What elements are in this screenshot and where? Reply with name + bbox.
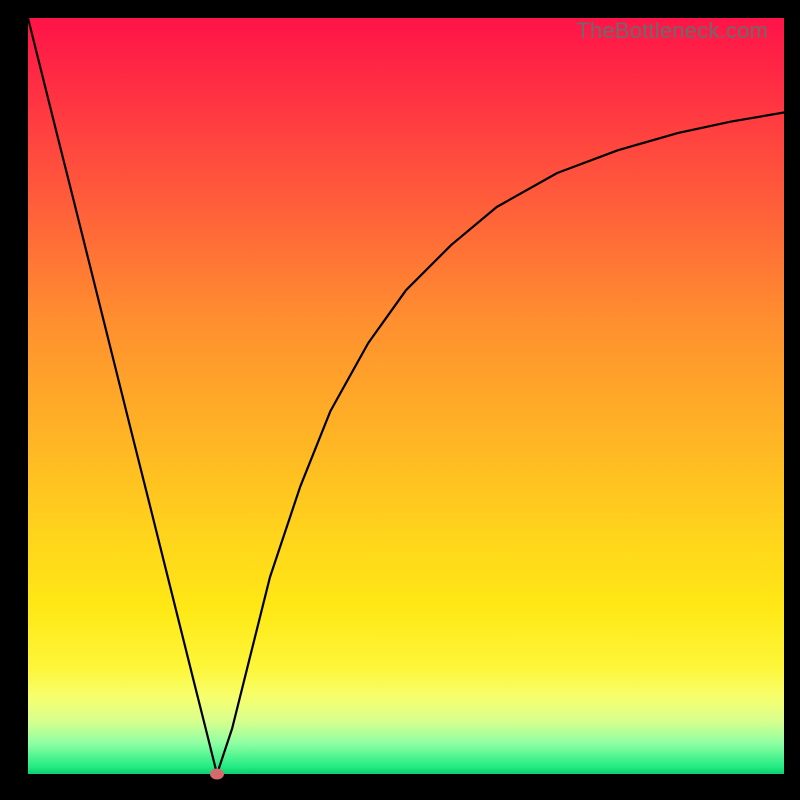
bottleneck-curve xyxy=(28,18,784,774)
plot-area: TheBottleneck.com xyxy=(28,18,784,774)
chart-frame: TheBottleneck.com xyxy=(0,0,800,800)
optimum-marker xyxy=(210,769,224,780)
